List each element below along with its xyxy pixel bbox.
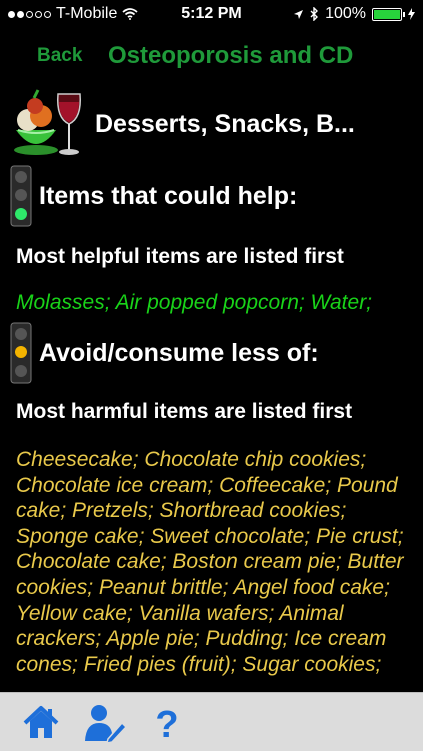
back-button[interactable]: Back — [37, 45, 82, 67]
category-header: Desserts, Snacks, B... — [10, 88, 355, 160]
avoid-heading: Avoid/consume less of: — [39, 338, 319, 367]
tab-home[interactable] — [22, 703, 60, 743]
help-subheading: Most helpful items are listed first — [16, 245, 344, 268]
category-title: Desserts, Snacks, B... — [95, 109, 355, 138]
yellow-traffic-light-icon — [10, 322, 32, 384]
nav-title: Osteoporosis and CD — [108, 42, 354, 69]
help-section-header: Items that could help: — [10, 165, 297, 227]
svg-text:?: ? — [155, 704, 178, 743]
green-traffic-light-icon — [10, 165, 32, 227]
status-right: 100% — [293, 5, 415, 23]
help-items-list: Molasses; Air popped popcorn; Water; — [16, 291, 373, 314]
user-edit-icon — [85, 705, 128, 744]
status-bar: T-Mobile 5:12 PM 100% — [0, 0, 423, 28]
help-icon: ? — [155, 704, 178, 746]
avoid-section-header: Avoid/consume less of: — [10, 322, 319, 384]
nav-bar: Back Osteoporosis and CD — [0, 28, 423, 84]
location-arrow-icon — [294, 9, 304, 19]
avoid-subheading: Most harmful items are listed first — [16, 400, 353, 423]
home-icon — [23, 706, 59, 738]
avoid-items-list: Cheesecake; Chocolate chip cookies; Choc… — [16, 448, 404, 676]
tab-help[interactable]: ? — [152, 703, 190, 746]
tab-profile-edit[interactable] — [84, 703, 128, 744]
battery-percent: 100% — [325, 5, 366, 22]
dessert-and-wine-icon — [14, 89, 82, 155]
help-heading: Items that could help: — [39, 181, 298, 210]
battery-icon — [372, 7, 405, 21]
tab-bar: ? — [0, 692, 423, 751]
bluetooth-icon — [310, 7, 319, 21]
charging-bolt-icon — [408, 8, 415, 20]
